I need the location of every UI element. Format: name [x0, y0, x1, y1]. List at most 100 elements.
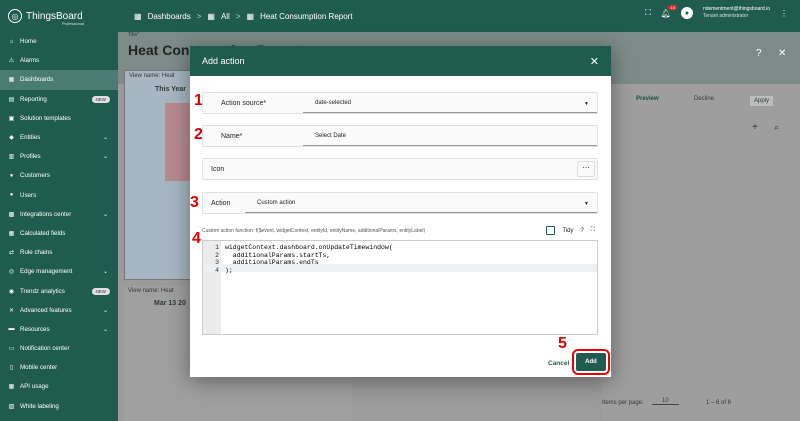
breadcrumb-separator: > [235, 11, 241, 21]
decline-button[interactable]: Decline [694, 96, 714, 102]
more-horiz-icon[interactable]: ⋯ [577, 161, 595, 177]
cancel-button[interactable]: Cancel [548, 360, 569, 367]
home-icon: ⌂ [9, 38, 14, 45]
sidebar-item-label: Notification center [20, 345, 70, 353]
avatar[interactable]: ● [680, 7, 693, 19]
name-field[interactable]: Name* Select Date [202, 125, 598, 147]
sidebar-item-trendz[interactable]: ◉ Trendz analytics NEW [0, 281, 118, 300]
sidebar-item-label: Integrations center [20, 210, 72, 218]
sidebar-item-label: Solution templates [20, 114, 71, 122]
page-size-select[interactable]: 10 [652, 398, 679, 405]
sidebar-item-report[interactable]: ▤ Reporting NEW [0, 90, 118, 109]
chevron-down-icon: ⌄ [102, 154, 108, 161]
widget1-view-label: View name: Heat [129, 73, 175, 79]
chevron-down-icon: ⌄ [102, 211, 108, 218]
sidebar-item-advanced[interactable]: ✕ Advanced features ⌄ [0, 301, 118, 320]
sidebar-item-label: Mobile center [20, 364, 58, 372]
function-label: Custom action function: f($event, widget… [202, 228, 426, 234]
chevron-down-icon: ▼ [584, 101, 589, 107]
action-value[interactable]: Custom action [245, 193, 597, 213]
resources-icon: ▬ [8, 326, 15, 333]
sidebar-item-white-label[interactable]: ▧ White labeling [0, 397, 118, 416]
chevron-down-icon: ⌄ [102, 326, 108, 333]
action-label: Action [211, 200, 231, 207]
sidebar-item-calc[interactable]: ▦ Calculated fields [0, 224, 118, 243]
fullscreen-icon[interactable]: ⛶ [645, 8, 651, 18]
sidebar-item-notification[interactable]: ▭ Notification center [0, 339, 118, 358]
notification-count: 10 [668, 4, 677, 10]
code-line[interactable]: ); [225, 267, 233, 274]
sidebar-item-label: Trendz analytics [20, 287, 65, 295]
code-line[interactable]: widgetContext.dashboard.onUpdateTimewind… [225, 244, 393, 251]
entities-icon: ◆ [9, 135, 14, 142]
user-email: ndementment@thingsboard.io [702, 6, 770, 12]
breadcrumb-dashboards[interactable]: Dashboards [148, 12, 191, 21]
action-source-select[interactable]: Action source* date-selected ▼ [202, 92, 598, 114]
breadcrumb-separator: > [196, 11, 202, 21]
sidebar-item-edge[interactable]: ◎ Edge management ⌄ [0, 262, 118, 281]
add-button[interactable]: Add [572, 349, 610, 375]
code-line[interactable]: additionalParams.endTs [225, 259, 319, 266]
sidebar-item-integrations[interactable]: ▩ Integrations center ⌄ [0, 205, 118, 224]
fullscreen-icon[interactable]: ⛶ [591, 227, 595, 234]
line-number: 1 [215, 244, 219, 251]
sidebar-item-profiles[interactable]: ▥ Profiles ⌄ [0, 147, 118, 166]
logo[interactable]: ◎ ThingsBoard Professional [0, 0, 118, 32]
sidebar-item-entities[interactable]: ◆ Entities ⌄ [0, 128, 118, 147]
code-line[interactable]: additionalParams.startTs, [225, 252, 331, 259]
sidebar-item-label: Alarms [20, 57, 40, 65]
page-range: 1 – 6 of 6 [706, 400, 732, 406]
template-icon: ▣ [8, 115, 15, 122]
sidebar-item-mobile[interactable]: ▯ Mobile center [0, 358, 118, 377]
close-editor-icon[interactable]: ✕ [778, 48, 786, 59]
sidebar-item-rule-chain[interactable]: ⇄ Rule chains [0, 243, 118, 262]
name-label: Name* [221, 133, 243, 140]
sidebar-item-label: Resources [20, 325, 50, 333]
search-icon[interactable]: ⌕ [774, 122, 779, 133]
sidebar-item-label: API usage [20, 383, 49, 391]
preview-button[interactable]: Preview [636, 96, 659, 102]
items-per-page-label: Items per page: [602, 400, 644, 406]
code-editor[interactable]: 1 widgetContext.dashboard.onUpdateTimewin… [202, 240, 598, 335]
apply-button[interactable]: Apply [750, 96, 774, 106]
action-source-value[interactable]: date-selected [303, 93, 597, 113]
sidebar-item-label: Dashboards [20, 76, 54, 84]
add-icon[interactable]: + [752, 122, 758, 133]
sidebar-item-label: Edge management [20, 268, 73, 276]
marker-4: 4 [192, 230, 201, 247]
sidebar-item-template[interactable]: ▣ Solution templates [0, 109, 118, 128]
user-info[interactable]: ndementment@thingsboard.io Tenant admini… [703, 6, 770, 20]
icon-label: Icon [211, 166, 225, 173]
action-type-select[interactable]: Action Custom action ▼ [202, 192, 598, 214]
notification-icon: ▭ [8, 346, 15, 353]
sidebar-item-customers[interactable]: ● Customers [0, 166, 118, 185]
api-icon: ▦ [8, 384, 15, 391]
mobile-icon: ▯ [9, 365, 14, 372]
sidebar-item-settings[interactable]: ⚙Settings [0, 416, 118, 421]
more-vert-icon[interactable]: ⋮ [780, 9, 788, 18]
sidebar-item-resources[interactable]: ▬ Resources ⌄ [0, 320, 118, 339]
user-role: Tenant administrator [702, 13, 749, 19]
help-icon[interactable]: ? [580, 228, 583, 234]
chevron-down-icon: ⌄ [102, 269, 108, 276]
marker-5: 5 [558, 335, 567, 352]
notifications-button[interactable]: 🔔︎ 10 [661, 4, 677, 18]
sidebar-item-home[interactable]: ⌂ Home [0, 32, 118, 51]
close-icon[interactable]: ✕ [590, 55, 599, 68]
name-input[interactable]: Select Date [303, 126, 597, 146]
sidebar-item-alarm[interactable]: ⚠ Alarms [0, 51, 118, 70]
sidebar-item-dashboard[interactable]: ▦ Dashboards [0, 70, 118, 90]
dashboard-icon: ▦ [246, 11, 255, 21]
sidebar-item-api[interactable]: ▦ API usage [0, 377, 118, 396]
help-icon[interactable]: ? [756, 48, 762, 59]
icon-field[interactable]: Icon ⋯ [202, 158, 598, 180]
trendz-icon: ◉ [8, 288, 15, 295]
sidebar-item-label: Calculated fields [20, 229, 66, 237]
code-icon[interactable] [546, 226, 556, 235]
actions-panel: Preview Decline Apply + ⌕ Items per page… [602, 84, 800, 421]
sidebar-item-users[interactable]: ● Users [0, 186, 118, 205]
profiles-icon: ▥ [8, 154, 15, 161]
breadcrumb-all[interactable]: All [221, 12, 230, 21]
edge-icon: ◎ [8, 269, 15, 276]
tidy-button[interactable]: Tidy [562, 228, 573, 234]
